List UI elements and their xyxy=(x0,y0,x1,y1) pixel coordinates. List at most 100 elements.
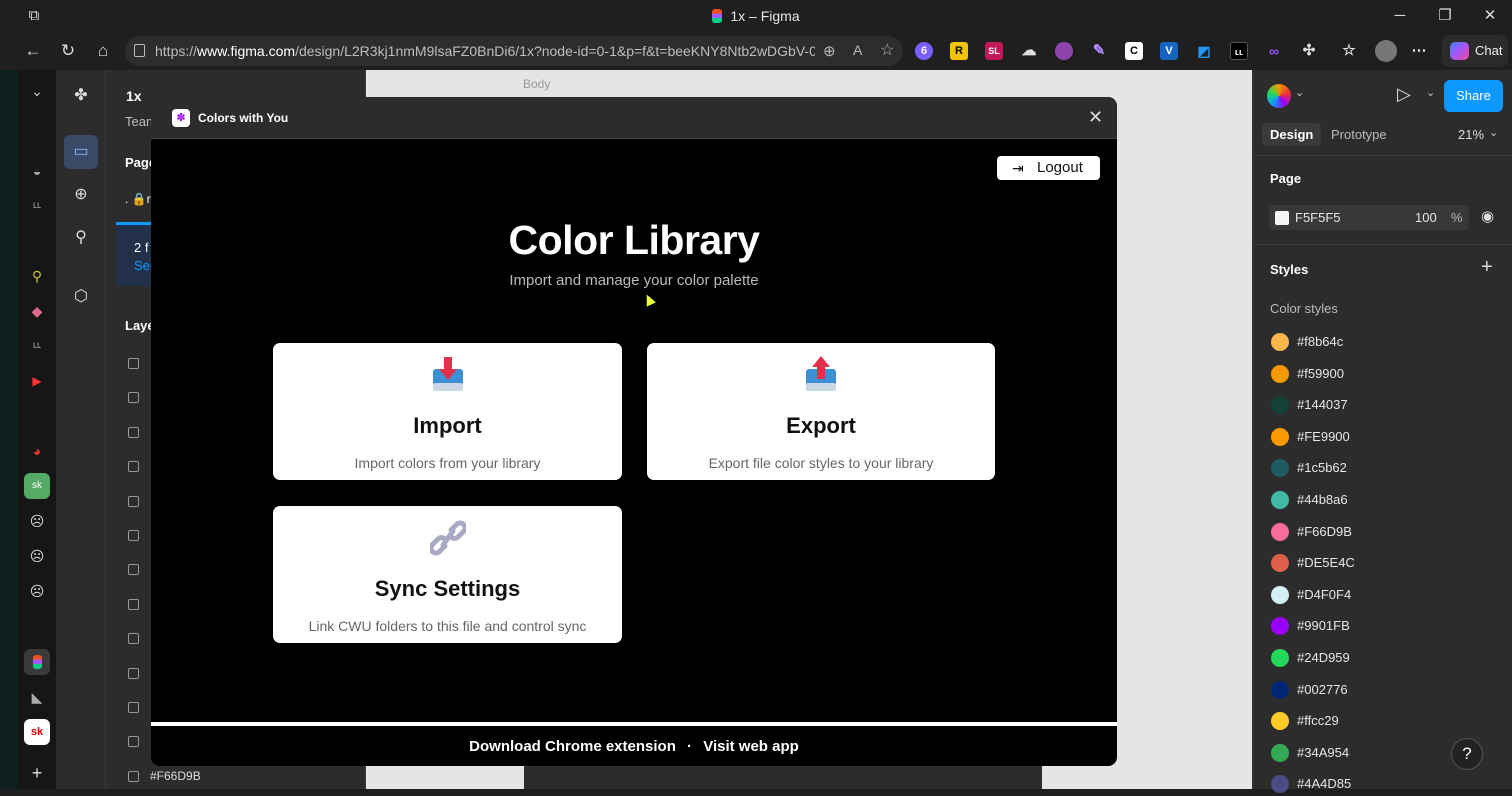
zoom-level[interactable]: 21% xyxy=(1458,127,1484,142)
import-tray-icon xyxy=(432,357,463,391)
url-text[interactable]: https://www.figma.com/design/L2R3kj1nmM9… xyxy=(155,43,815,59)
import-card[interactable]: Import Import colors from your library xyxy=(273,343,622,480)
cloud-icon[interactable]: ☁ xyxy=(1020,42,1038,60)
design-panel: ⌄ ▷ ⌄ Share Design Prototype 21% ⌄ Page … xyxy=(1252,70,1512,794)
page-opacity-value[interactable]: 100 xyxy=(1415,210,1437,225)
dock-app-icon[interactable]: sk xyxy=(24,719,50,745)
link-extension-icon[interactable]: ∞ xyxy=(1265,42,1283,60)
dock-app-icon[interactable]: ◕ xyxy=(24,438,50,464)
plugins-icon[interactable]: ⬡ xyxy=(64,280,98,314)
page-color-value[interactable]: F5F5F5 xyxy=(1295,210,1341,225)
tab-prototype[interactable]: Prototype xyxy=(1331,127,1387,142)
favorites-icon[interactable]: ☆ xyxy=(1340,42,1358,60)
extension-sl-icon[interactable]: SL xyxy=(985,42,1003,60)
extensions-puzzle-icon[interactable]: ✣ xyxy=(1300,42,1318,60)
color-style-label: #f59900 xyxy=(1297,365,1344,381)
share-button[interactable]: Share xyxy=(1444,80,1503,112)
color-style-item[interactable]: #DE5E4C xyxy=(1271,551,1501,575)
add-style-icon[interactable]: + xyxy=(1481,256,1493,279)
back-icon[interactable]: ← xyxy=(22,40,44,62)
color-style-item[interactable]: #24D959 xyxy=(1271,646,1501,670)
color-style-item[interactable]: #f8b64c xyxy=(1271,330,1501,354)
dock-app-icon[interactable]: ◣ xyxy=(24,684,50,710)
feather-icon[interactable]: ✎ xyxy=(1090,42,1108,60)
web-app-link[interactable]: Visit web app xyxy=(703,738,799,755)
figma-dock-icon[interactable] xyxy=(24,649,50,675)
color-style-item[interactable]: #4A4D85 xyxy=(1271,772,1501,796)
multiplayer-avatar[interactable] xyxy=(1267,84,1291,108)
dock-app-icon[interactable]: ☹ xyxy=(24,543,50,569)
chevron-down-icon[interactable]: ⌄ xyxy=(24,78,50,104)
extension-v-icon[interactable]: V xyxy=(1160,42,1178,60)
color-style-item[interactable]: #9901FB xyxy=(1271,614,1501,638)
layer-row[interactable]: #F66D9B xyxy=(128,767,358,787)
color-style-item[interactable]: #44b8a6 xyxy=(1271,488,1501,512)
close-icon[interactable]: ✕ xyxy=(1088,107,1103,128)
color-styles-label: Color styles xyxy=(1270,301,1338,316)
zoom-icon[interactable]: ⊕ xyxy=(823,42,836,60)
color-style-label: #F66D9B xyxy=(1297,523,1352,539)
color-style-item[interactable]: #002776 xyxy=(1271,678,1501,702)
dock-app-icon[interactable]: ʟʟ xyxy=(24,333,50,359)
color-style-item[interactable]: #ffcc29 xyxy=(1271,709,1501,733)
app-dock: ⌄ ◒ ʟʟ ⚲ ◆ ʟʟ ▶ ◕ sk ☹ ☹ ☹ ◣ sk + xyxy=(18,70,56,789)
export-card[interactable]: Export Export file color styles to your … xyxy=(647,343,995,480)
help-button[interactable]: ? xyxy=(1451,738,1483,770)
color-style-item[interactable]: #F66D9B xyxy=(1271,520,1501,544)
home-icon[interactable]: ⌂ xyxy=(92,40,114,62)
add-app-icon[interactable]: + xyxy=(24,760,50,786)
extension-badge-icon[interactable]: 6 xyxy=(915,42,933,60)
page-section-title: Page xyxy=(1270,171,1302,186)
add-icon[interactable]: ⊕ xyxy=(64,178,98,212)
eye-icon[interactable]: ◉ xyxy=(1481,207,1494,225)
layer-name: #F66D9B xyxy=(150,769,201,783)
address-bar[interactable]: https://www.figma.com/design/L2R3kj1nmM9… xyxy=(125,36,903,66)
file-icon[interactable]: ▭ xyxy=(64,135,98,169)
color-swatch xyxy=(1271,617,1289,636)
logout-button[interactable]: ⇥ Logout xyxy=(997,156,1100,180)
restore-icon[interactable]: ❐ xyxy=(1435,6,1455,26)
chevron-down-icon[interactable]: ⌄ xyxy=(1426,86,1435,99)
dock-app-icon[interactable]: ◆ xyxy=(24,298,50,324)
color-style-label: #FE9900 xyxy=(1297,428,1350,444)
tab-design[interactable]: Design xyxy=(1262,123,1322,146)
youtube-icon[interactable]: ▶ xyxy=(24,368,50,394)
color-style-item[interactable]: #1c5b62 xyxy=(1271,456,1501,480)
page-color-swatch[interactable] xyxy=(1275,211,1289,225)
extension-logo-icon[interactable]: ʟʟ xyxy=(1230,42,1248,60)
dock-app-icon[interactable]: ʟʟ xyxy=(24,193,50,219)
present-play-icon[interactable]: ▷ xyxy=(1397,84,1411,105)
dock-app-icon[interactable]: ☹ xyxy=(24,578,50,604)
square-extension-icon[interactable]: ◩ xyxy=(1195,42,1213,60)
file-name[interactable]: 1x xyxy=(126,88,142,104)
color-swatch xyxy=(1271,459,1289,478)
color-style-label: #ffcc29 xyxy=(1297,713,1339,729)
chevron-down-icon[interactable]: ⌄ xyxy=(1489,126,1498,139)
close-window-icon[interactable]: ✕ xyxy=(1480,6,1500,26)
favorite-star-icon[interactable]: ☆ xyxy=(880,40,894,60)
color-swatch xyxy=(1271,775,1289,794)
copilot-chat-button[interactable]: Chat xyxy=(1442,35,1508,67)
extension-r-icon[interactable]: R xyxy=(950,42,968,60)
refresh-icon[interactable]: ↻ xyxy=(57,40,79,62)
profile-avatar[interactable] xyxy=(1375,40,1397,62)
more-menu-icon[interactable]: ⋯ xyxy=(1410,42,1428,60)
extension-c-icon[interactable]: C xyxy=(1125,42,1143,60)
paw-extension-icon[interactable] xyxy=(1055,42,1073,60)
dock-app-icon[interactable]: ◒ xyxy=(24,158,50,184)
color-style-item[interactable]: #D4F0F4 xyxy=(1271,583,1501,607)
page-item[interactable]: . 🔒n xyxy=(125,192,153,206)
chevron-down-icon[interactable]: ⌄ xyxy=(1295,86,1304,99)
color-style-item[interactable]: #FE9900 xyxy=(1271,425,1501,449)
color-style-item[interactable]: #144037 xyxy=(1271,393,1501,417)
minimize-icon[interactable]: ─ xyxy=(1390,6,1410,26)
figma-menu-icon[interactable]: ✤ xyxy=(64,79,98,113)
read-aloud-icon[interactable]: A xyxy=(853,42,862,58)
dock-app-icon[interactable]: ⚲ xyxy=(24,263,50,289)
dock-app-icon[interactable]: sk xyxy=(24,473,50,499)
dock-app-icon[interactable]: ☹ xyxy=(24,508,50,534)
search-icon[interactable]: ⚲ xyxy=(64,221,98,255)
chrome-extension-link[interactable]: Download Chrome extension xyxy=(469,738,676,755)
sync-settings-card[interactable]: Sync Settings Link CWU folders to this f… xyxy=(273,506,622,643)
color-style-item[interactable]: #f59900 xyxy=(1271,362,1501,386)
